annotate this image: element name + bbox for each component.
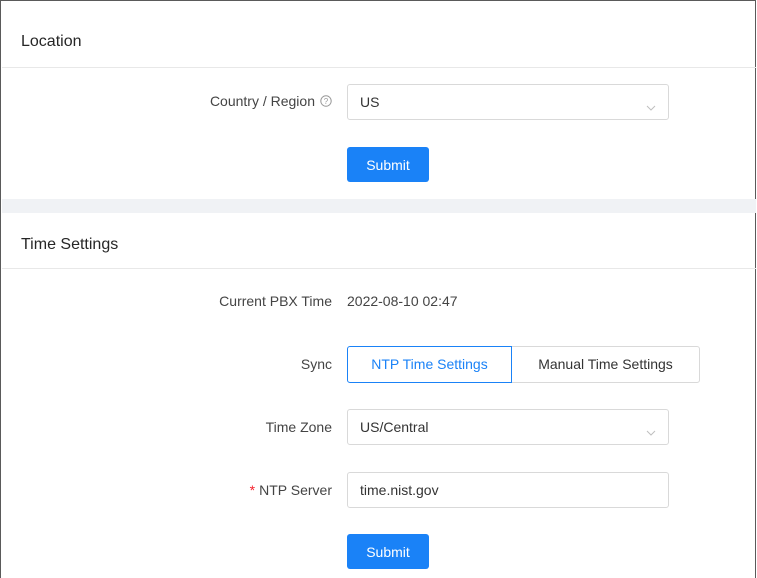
required-asterisk: * <box>249 482 256 498</box>
location-divider <box>2 67 756 68</box>
time-zone-label: Time Zone <box>265 419 332 435</box>
section-gap <box>2 199 756 213</box>
tab-manual-time-settings[interactable]: Manual Time Settings <box>511 346 700 383</box>
time-settings-divider <box>2 268 756 269</box>
time-zone-select[interactable]: US/Central <box>347 409 669 445</box>
time-settings-section-title: Time Settings <box>21 236 119 253</box>
ntp-server-input[interactable]: time.nist.gov <box>347 472 669 508</box>
country-region-label: Country / Region? <box>210 93 332 110</box>
svg-text:?: ? <box>324 97 329 106</box>
country-region-label-text: Country / Region <box>209 93 315 109</box>
current-pbx-time-label: Current PBX Time <box>219 293 332 309</box>
country-region-select[interactable]: US <box>347 84 669 120</box>
location-submit-button[interactable]: Submit <box>347 147 429 182</box>
tab-ntp-time-settings[interactable]: NTP Time Settings <box>347 346 512 383</box>
country-region-value: US <box>360 94 380 110</box>
time-zone-value: US/Central <box>360 419 429 435</box>
question-circle-icon[interactable]: ? <box>320 94 332 110</box>
chevron-down-icon <box>646 98 656 114</box>
location-section-title: Location <box>21 33 82 50</box>
ntp-server-value: time.nist.gov <box>360 482 439 498</box>
ntp-server-label: * NTP Server <box>250 482 332 498</box>
time-settings-submit-button[interactable]: Submit <box>347 534 429 569</box>
current-pbx-time-value: 2022-08-10 02:47 <box>347 293 458 309</box>
settings-panel: Location Country / Region? US Submit Tim… <box>0 0 756 578</box>
sync-label: Sync <box>300 356 332 372</box>
ntp-server-label-text: NTP Server <box>259 482 332 498</box>
chevron-down-icon <box>646 423 656 439</box>
